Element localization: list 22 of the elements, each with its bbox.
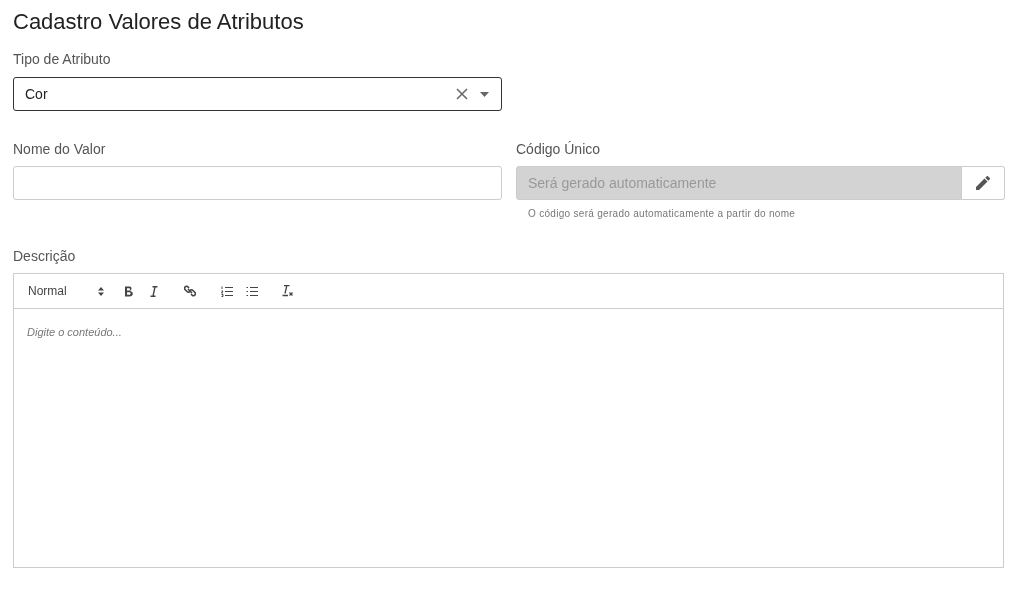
numbered-list-icon[interactable] [221, 285, 233, 297]
field-label: Nome do Valor [13, 140, 107, 158]
hint-text: O código será gerado automaticamente a partir do nome [528, 207, 797, 221]
placeholder-text: Digite o conteúdo... [27, 326, 122, 338]
edit-button[interactable] [962, 166, 1005, 200]
select-field[interactable]: Cor [13, 77, 502, 111]
bullet-list-icon[interactable] [246, 285, 258, 297]
caret-icon[interactable] [480, 91, 489, 97]
link-icon[interactable] [184, 285, 196, 297]
bold-icon[interactable] [124, 285, 134, 297]
format-dropdown[interactable]: Normal [28, 282, 104, 300]
field-label: Tipo de Atributo [13, 50, 112, 68]
field-label: Código Único [516, 140, 602, 158]
sort-icon [98, 286, 104, 296]
clear-icon[interactable] [456, 88, 468, 100]
pencil-icon [976, 176, 990, 190]
input-field[interactable] [13, 166, 502, 200]
italic-icon[interactable] [150, 285, 158, 297]
clear-format-icon[interactable] [282, 285, 294, 297]
page-title: Cadastro Valores de Atributos [13, 9, 305, 35]
editor-area[interactable]: Digite o conteúdo... [14, 309, 1003, 567]
field-label: Descrição [13, 247, 77, 265]
